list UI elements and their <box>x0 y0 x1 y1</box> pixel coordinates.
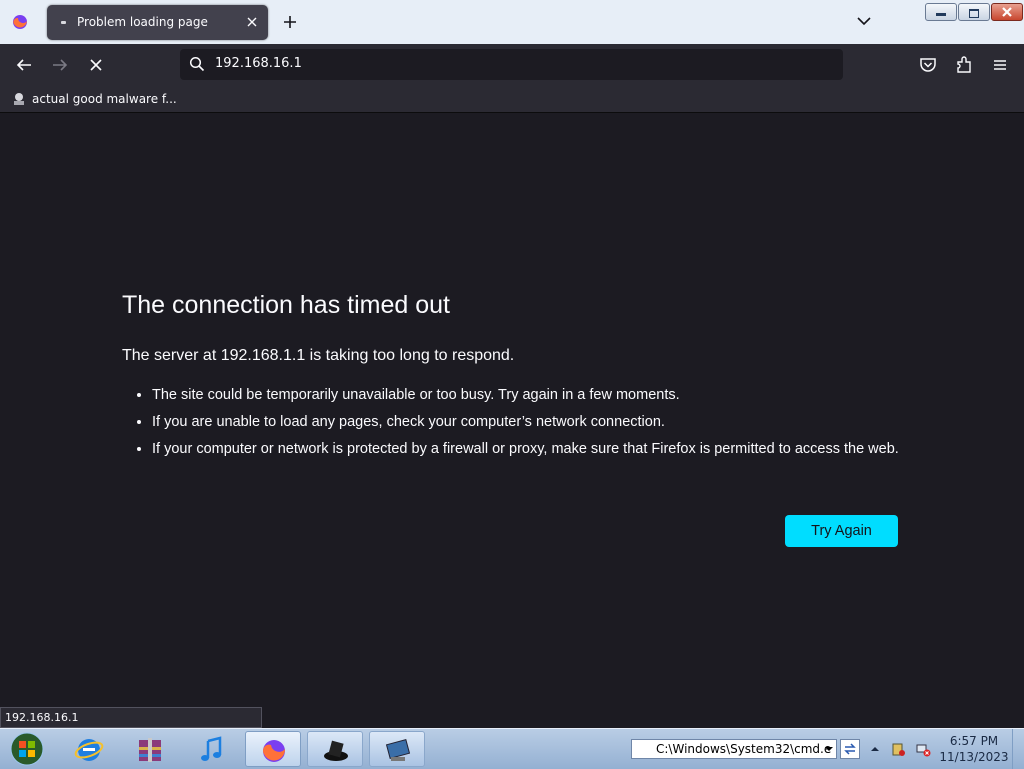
action-center-icon[interactable] <box>890 741 906 757</box>
loading-icon <box>61 21 66 24</box>
chevron-down-icon[interactable] <box>821 739 837 759</box>
address-toolbar-input[interactable]: C:\Windows\System32\cmd.e <box>631 739 837 759</box>
extensions-icon[interactable] <box>953 54 975 76</box>
pocket-icon[interactable] <box>917 54 939 76</box>
hat-icon <box>324 740 348 761</box>
firefox-taskbar-button[interactable] <box>245 731 301 767</box>
music-note-icon <box>201 736 222 761</box>
address-bar[interactable]: 192.168.16.1 <box>180 49 843 80</box>
close-tab-icon[interactable] <box>244 14 260 30</box>
archive-icon <box>139 738 161 762</box>
error-subtitle: The server at 192.168.1.1 is taking too … <box>122 347 515 364</box>
internet-explorer-icon <box>74 739 104 761</box>
go-button[interactable] <box>840 739 860 759</box>
network-tool-taskbar-button[interactable] <box>369 731 425 767</box>
menu-icon[interactable] <box>989 54 1011 76</box>
internet-explorer-taskbar-button[interactable] <box>61 731 117 767</box>
restore-button[interactable] <box>958 3 990 21</box>
app-taskbar-button[interactable] <box>307 731 363 767</box>
back-arrow-icon[interactable] <box>13 54 35 76</box>
clock-time: 6:57 PM <box>949 734 999 748</box>
new-tab-icon[interactable] <box>280 12 300 32</box>
list-item: If your computer or network is protected… <box>152 439 912 459</box>
system-clock[interactable]: 6:57 PM 11/13/2023 <box>935 733 1013 765</box>
forward-arrow-icon[interactable] <box>49 54 71 76</box>
bookmark-label: actual good malware f... <box>32 92 177 106</box>
chevron-down-icon[interactable] <box>855 14 873 28</box>
close-window-button[interactable] <box>991 3 1023 21</box>
archive-taskbar-button[interactable] <box>122 731 178 767</box>
bookmark-item[interactable]: actual good malware f... <box>12 90 177 108</box>
bookmarks-toolbar: actual good malware f... <box>0 86 1024 113</box>
error-suggestions: The site could be temporarily unavailabl… <box>140 385 912 466</box>
show-desktop-button[interactable] <box>1012 729 1024 769</box>
list-item: If you are unable to load any pages, che… <box>152 412 912 432</box>
firefox-icon[interactable] <box>10 12 30 32</box>
go-arrows-icon <box>844 743 856 755</box>
clock-date: 11/13/2023 <box>939 750 1009 764</box>
tab-title: Problem loading page <box>77 15 208 29</box>
navigation-toolbar: 192.168.16.1 <box>0 44 1024 86</box>
network-disconnected-icon[interactable] <box>915 741 931 757</box>
tab-strip: Problem loading page <box>0 0 1024 44</box>
page-content: The connection has timed out The server … <box>0 113 1024 707</box>
show-hidden-icons-icon[interactable] <box>867 741 883 757</box>
taskbar: C:\Windows\System32\cmd.e 6:57 PM 11/13/… <box>0 728 1024 769</box>
computer-icon <box>385 739 411 761</box>
tab-problem-loading[interactable]: Problem loading page <box>47 5 268 40</box>
minimize-button[interactable] <box>925 3 957 21</box>
firefox-icon <box>262 740 286 762</box>
bookmark-favicon-icon <box>14 93 24 105</box>
start-button[interactable] <box>5 731 49 767</box>
try-again-button[interactable]: Try Again <box>785 515 898 547</box>
search-icon <box>189 56 205 72</box>
list-item: The site could be temporarily unavailabl… <box>152 385 912 405</box>
url-text[interactable]: 192.168.16.1 <box>215 56 302 71</box>
status-panel: 192.168.16.1 <box>0 707 262 728</box>
stop-icon[interactable] <box>85 54 107 76</box>
error-title: The connection has timed out <box>122 291 450 319</box>
close-icon <box>1002 7 1012 17</box>
itunes-taskbar-button[interactable] <box>183 731 239 767</box>
